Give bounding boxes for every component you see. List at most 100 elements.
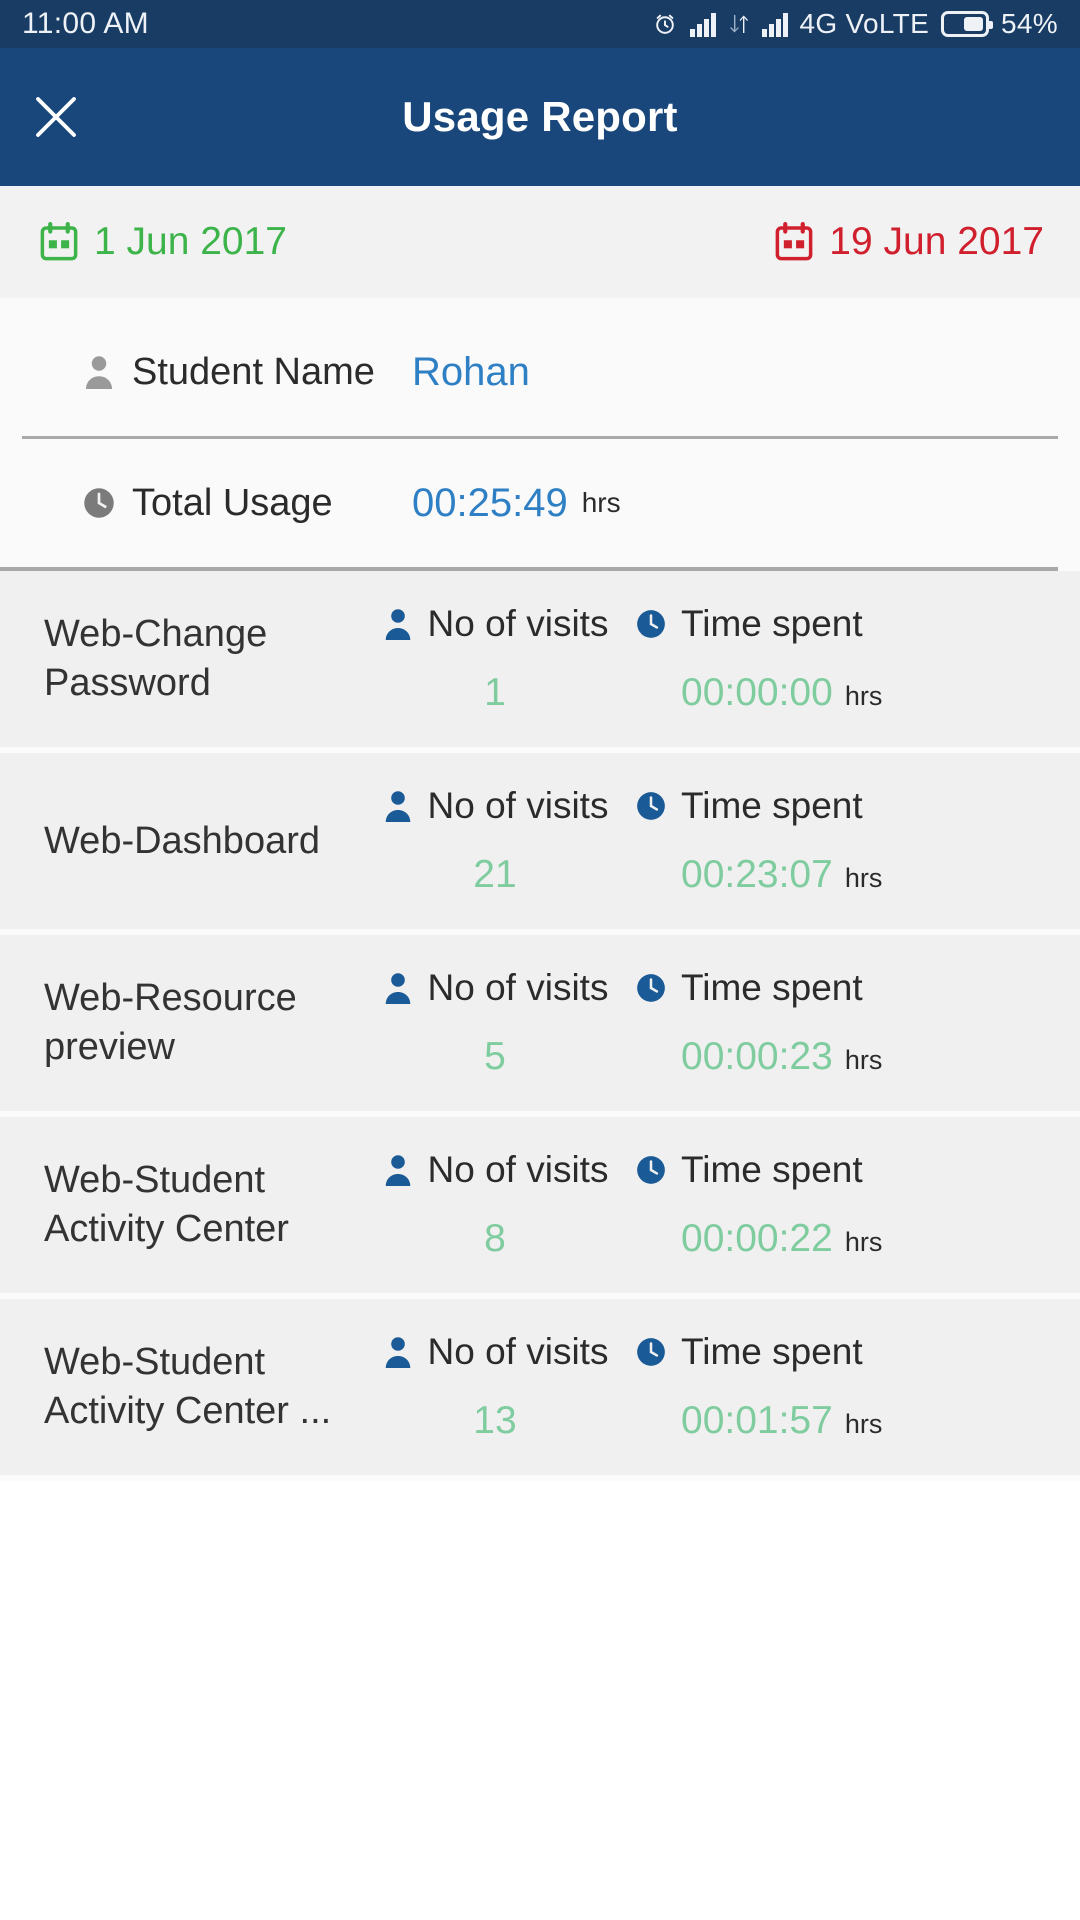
time-cell: Time spent 00:00:00 hrs xyxy=(635,603,1065,715)
total-usage-label-group: Total Usage xyxy=(82,482,412,525)
row-name: Web-Resource preview xyxy=(44,977,297,1068)
time-unit: hrs xyxy=(844,681,883,711)
visits-cell: No of visits 13 xyxy=(355,1331,635,1443)
empty-area xyxy=(0,1481,1080,1703)
visits-header: No of visits xyxy=(382,1331,609,1373)
to-date-text: 19 Jun 2017 xyxy=(829,220,1044,263)
person-icon xyxy=(385,791,410,822)
visits-header: No of visits xyxy=(382,967,609,1009)
calendar-icon-red xyxy=(775,222,813,261)
student-name-row: Student Name Rohan xyxy=(0,308,1080,436)
person-icon xyxy=(85,356,113,389)
person-icon xyxy=(385,973,410,1004)
clock-icon xyxy=(637,1156,665,1184)
time-value: 00:00:23 xyxy=(681,1035,833,1078)
visits-cell: No of visits 1 xyxy=(355,603,635,715)
time-unit: hrs xyxy=(844,1227,883,1257)
time-header: Time spent xyxy=(635,1331,863,1373)
table-row[interactable]: Web-Resource preview No of visits 5 Time… xyxy=(0,935,1080,1117)
student-name-label: Student Name xyxy=(132,350,375,393)
visits-value: 1 xyxy=(484,671,506,714)
time-unit: hrs xyxy=(844,863,883,893)
time-value-group: 00:00:22 hrs xyxy=(681,1217,882,1261)
visits-header: No of visits xyxy=(382,1149,609,1191)
time-value-group: 00:01:57 hrs xyxy=(681,1399,882,1443)
time-header: Time spent xyxy=(635,603,863,645)
visits-cell: No of visits 21 xyxy=(355,785,635,897)
clock-icon xyxy=(84,488,114,518)
status-bar: 11:00 AM 4G VoLTE 54% xyxy=(0,0,1080,48)
person-icon xyxy=(385,1155,410,1186)
visits-value: 8 xyxy=(484,1217,506,1260)
visits-value: 5 xyxy=(484,1035,506,1078)
total-usage-value: 00:25:49 xyxy=(412,480,568,525)
total-usage-label: Total Usage xyxy=(132,481,333,524)
row-name: Web-Student Activity Center ... xyxy=(44,1341,332,1432)
clock-icon xyxy=(637,610,665,638)
visits-header-label: No of visits xyxy=(427,603,609,644)
total-usage-unit: hrs xyxy=(581,487,621,518)
battery-percent: 54% xyxy=(1001,8,1058,39)
time-value: 00:01:57 xyxy=(681,1399,833,1442)
clock-icon xyxy=(637,792,665,820)
time-cell: Time spent 00:01:57 hrs xyxy=(635,1331,1065,1443)
time-header: Time spent xyxy=(635,967,863,1009)
to-date-picker[interactable]: 19 Jun 2017 xyxy=(773,220,1044,264)
date-range-strip: 1 Jun 2017 19 Jun 2017 xyxy=(0,186,1080,298)
time-header-label: Time spent xyxy=(681,1331,863,1372)
table-row[interactable]: Web-Student Activity Center No of visits… xyxy=(0,1117,1080,1299)
person-icon xyxy=(385,1337,410,1368)
time-header-label: Time spent xyxy=(681,603,863,644)
signal-bars-icon xyxy=(761,11,788,37)
table-row[interactable]: Web-Student Activity Center ... No of vi… xyxy=(0,1299,1080,1481)
status-time: 11:00 AM xyxy=(22,7,149,40)
visits-header: No of visits xyxy=(382,603,609,645)
signal-bars-icon xyxy=(689,11,716,37)
person-icon xyxy=(385,609,410,640)
time-cell: Time spent 00:00:22 hrs xyxy=(635,1149,1065,1261)
visits-header-label: No of visits xyxy=(427,967,609,1008)
time-value: 00:00:00 xyxy=(681,671,833,714)
clock-icon xyxy=(637,1338,665,1366)
time-cell: Time spent 00:23:07 hrs xyxy=(635,785,1065,897)
time-value-group: 00:00:00 hrs xyxy=(681,671,882,715)
time-header-label: Time spent xyxy=(681,1149,863,1190)
time-header: Time spent xyxy=(635,785,863,827)
time-unit: hrs xyxy=(844,1045,883,1075)
network-label: 4G VoLTE xyxy=(799,8,930,39)
time-header: Time spent xyxy=(635,1149,863,1191)
row-name: Web-Dashboard xyxy=(44,819,321,862)
calendar-icon-green xyxy=(40,222,78,261)
data-transfer-icon xyxy=(728,11,750,37)
visits-header: No of visits xyxy=(382,785,608,827)
table-row[interactable]: Web-Change Password No of visits 1 Time … xyxy=(0,571,1080,753)
time-value-group: 00:00:23 hrs xyxy=(681,1035,882,1079)
total-usage-row: Total Usage 00:25:49 hrs xyxy=(0,439,1080,567)
student-name-value: Rohan xyxy=(412,349,530,394)
time-unit: hrs xyxy=(844,1409,883,1439)
alarm-icon xyxy=(652,11,678,37)
time-header-label: Time spent xyxy=(681,967,863,1008)
visits-value: 13 xyxy=(473,1399,517,1442)
close-icon[interactable] xyxy=(26,87,86,147)
table-row[interactable]: Web-Dashboard No of visits 21 Time spent xyxy=(0,753,1080,935)
visits-header-label: No of visits xyxy=(427,1331,609,1372)
time-header-label: Time spent xyxy=(681,785,863,826)
visits-cell: No of visits 5 xyxy=(355,967,635,1079)
time-value: 00:00:22 xyxy=(681,1217,833,1260)
visits-header-label: No of visits xyxy=(427,1149,609,1190)
clock-icon xyxy=(637,974,665,1002)
time-value: 00:23:07 xyxy=(681,853,833,896)
status-indicators: 4G VoLTE 54% xyxy=(652,8,1058,40)
page-title: Usage Report xyxy=(402,93,678,140)
time-value-group: 00:23:07 hrs xyxy=(681,853,882,897)
from-date-picker[interactable]: 1 Jun 2017 xyxy=(38,220,287,264)
app-bar: Usage Report xyxy=(0,48,1080,186)
row-name: Web-Change Password xyxy=(44,613,268,704)
student-name-label-group: Student Name xyxy=(82,351,412,394)
summary-block: Student Name Rohan Total Usage 00:25:49 … xyxy=(0,298,1080,571)
visits-value: 21 xyxy=(473,853,517,896)
battery-icon xyxy=(941,11,994,37)
usage-list: Web-Change Password No of visits 1 Time … xyxy=(0,571,1080,1481)
time-cell: Time spent 00:00:23 hrs xyxy=(635,967,1065,1079)
